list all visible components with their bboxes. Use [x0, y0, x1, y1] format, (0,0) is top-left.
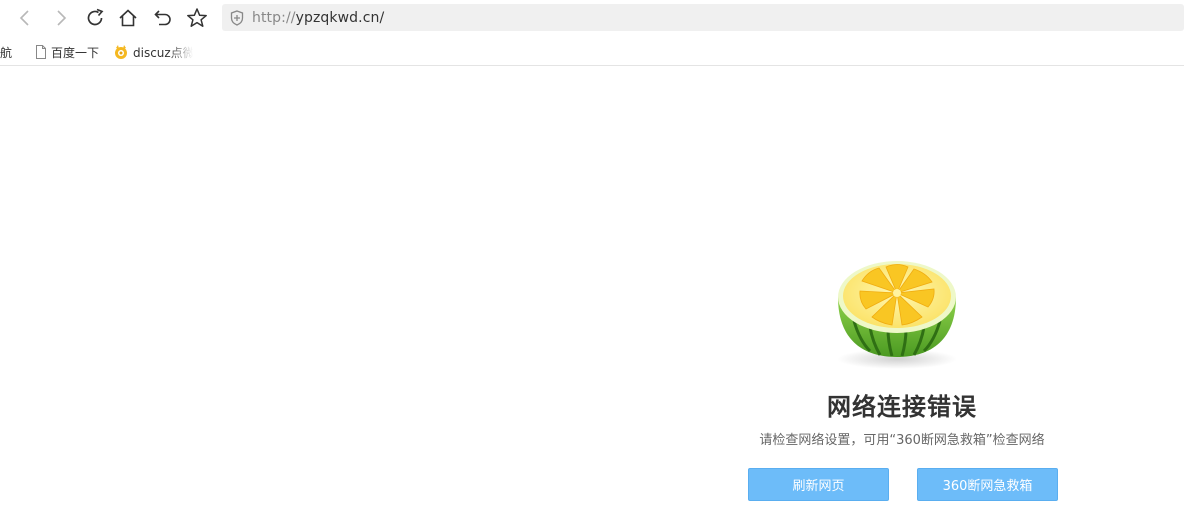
- home-icon: [119, 9, 137, 27]
- page-icon: [35, 45, 47, 59]
- bookmark-discuz[interactable]: discuz点微: [113, 43, 193, 61]
- discuz-icon: [113, 44, 129, 60]
- shield-icon[interactable]: [222, 4, 252, 31]
- chevron-left-icon: [19, 10, 29, 26]
- bookmark-nav[interactable]: 导航: [0, 43, 12, 61]
- url-protocol: http://: [252, 9, 296, 26]
- url-text[interactable]: http://ypzqkwd.cn/: [252, 10, 384, 26]
- url-host: ypzqkwd.cn/: [295, 9, 385, 26]
- forward-button[interactable]: [47, 4, 75, 32]
- address-bar[interactable]: http://ypzqkwd.cn/: [222, 4, 1184, 31]
- error-description: 请检查网络设置，可用“360断网急救箱”检查网络: [759, 433, 1045, 448]
- chevron-right-icon: [57, 10, 67, 26]
- undo-icon: [154, 10, 171, 26]
- favorite-button[interactable]: [183, 4, 211, 32]
- error-page: 网络连接错误 请检查网络设置，可用“360断网急救箱”检查网络 刷新网页 360…: [0, 67, 1184, 520]
- error-title: 网络连接错误: [827, 393, 977, 421]
- browser-toolbar: http://ypzqkwd.cn/: [0, 0, 1184, 36]
- bookmark-label: 导航: [0, 45, 13, 60]
- back-button[interactable]: [11, 4, 39, 32]
- star-icon: [187, 8, 207, 27]
- refresh-page-button[interactable]: 刷新网页: [748, 468, 889, 501]
- undo-button[interactable]: [149, 4, 177, 32]
- bookmarks-bar: 导航 百度一下 discuz点微: [0, 38, 1184, 66]
- network-rescue-button[interactable]: 360断网急救箱: [917, 468, 1058, 501]
- reload-button[interactable]: [81, 4, 109, 32]
- bookmark-label: 百度一下: [51, 45, 100, 60]
- bookmark-label: discuz点微: [133, 45, 193, 60]
- reload-icon: [87, 8, 104, 26]
- home-button[interactable]: [114, 4, 142, 32]
- bookmark-baidu[interactable]: 百度一下: [35, 43, 99, 61]
